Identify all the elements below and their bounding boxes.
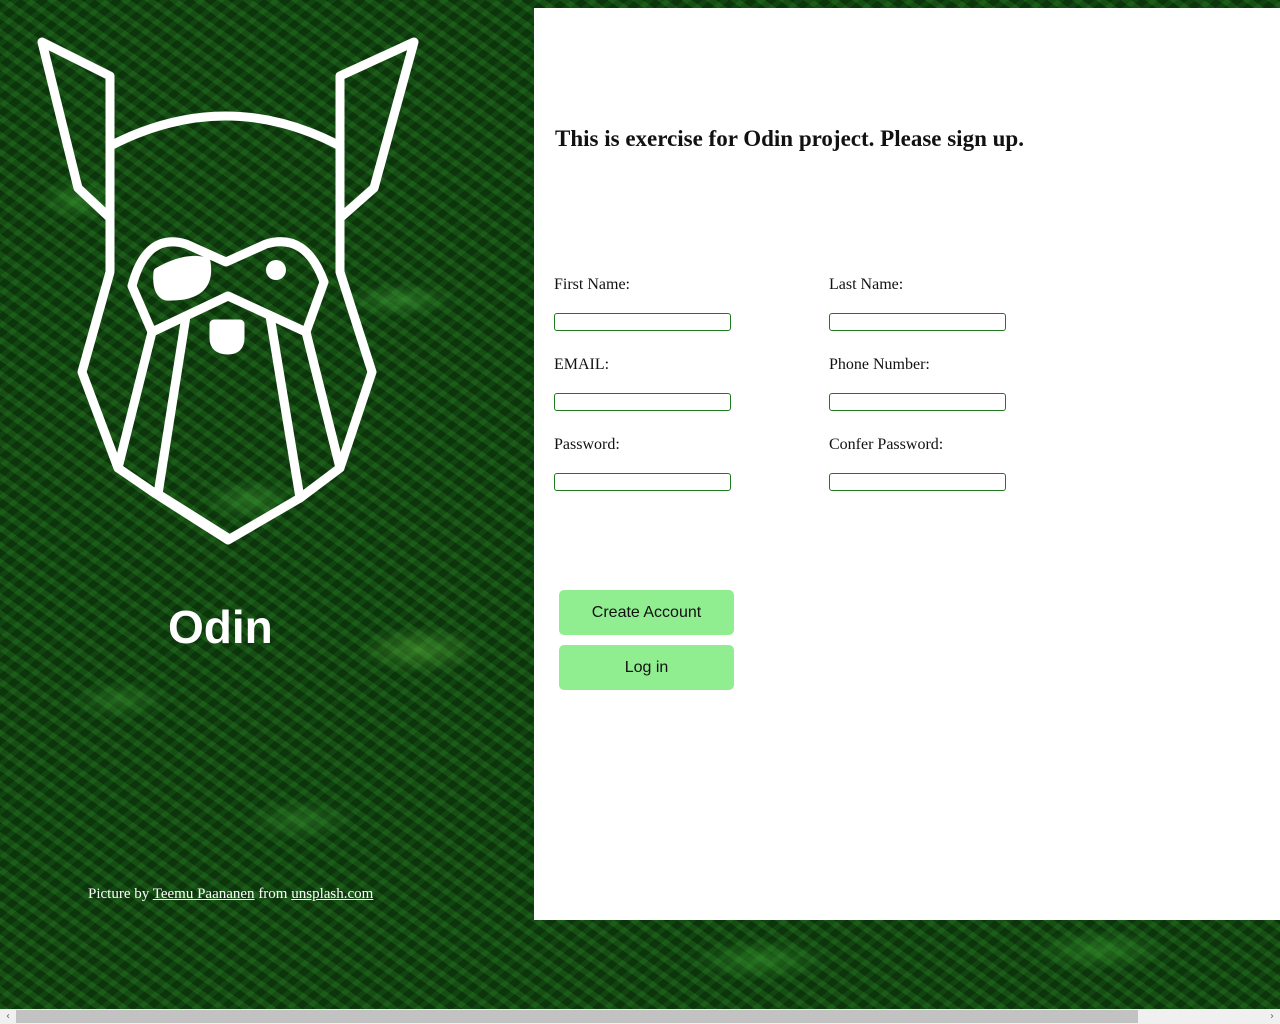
phone-field[interactable] (829, 393, 1006, 411)
password-field[interactable] (554, 473, 731, 491)
scrollbar-thumb[interactable] (16, 1010, 1138, 1023)
scroll-right-icon[interactable]: › (1264, 1009, 1280, 1024)
first-name-group: First Name: (554, 276, 731, 331)
odin-viking-head-icon (37, 37, 419, 545)
scroll-left-icon[interactable]: ‹ (0, 1009, 16, 1024)
credit-site-link[interactable]: unsplash.com (291, 886, 373, 902)
horizontal-scrollbar[interactable]: ‹ › (0, 1009, 1280, 1024)
password-label: Password: (554, 436, 620, 453)
email-label: EMAIL: (554, 356, 610, 373)
brand-name: Odin (168, 601, 273, 653)
credit-prefix: Picture by (88, 886, 150, 902)
email-group: EMAIL: (554, 356, 731, 411)
credit-middle: from (258, 886, 288, 902)
confirm-password-group: Confer Password: (829, 436, 1006, 491)
last-name-field[interactable] (829, 313, 1006, 331)
password-group: Password: (554, 436, 731, 491)
signup-panel: This is exercise for Odin project. Pleas… (534, 8, 1280, 920)
email-field[interactable] (554, 393, 731, 411)
first-name-label: First Name: (554, 276, 630, 293)
brand-panel: Odin Picture by Teemu Paananen from unsp… (0, 0, 534, 960)
create-account-button[interactable]: Create Account (559, 590, 734, 635)
photo-credit: Picture by Teemu Paananen from unsplash.… (88, 886, 373, 903)
credit-author-link[interactable]: Teemu Paananen (153, 886, 255, 902)
phone-group: Phone Number: (829, 356, 1006, 411)
last-name-label: Last Name: (829, 276, 904, 293)
first-name-field[interactable] (554, 313, 731, 331)
page-title: This is exercise for Odin project. Pleas… (555, 126, 1024, 151)
log-in-button[interactable]: Log in (559, 645, 734, 690)
phone-label: Phone Number: (829, 356, 930, 373)
confirm-password-label: Confer Password: (829, 436, 944, 453)
confirm-password-field[interactable] (829, 473, 1006, 491)
last-name-group: Last Name: (829, 276, 1006, 331)
